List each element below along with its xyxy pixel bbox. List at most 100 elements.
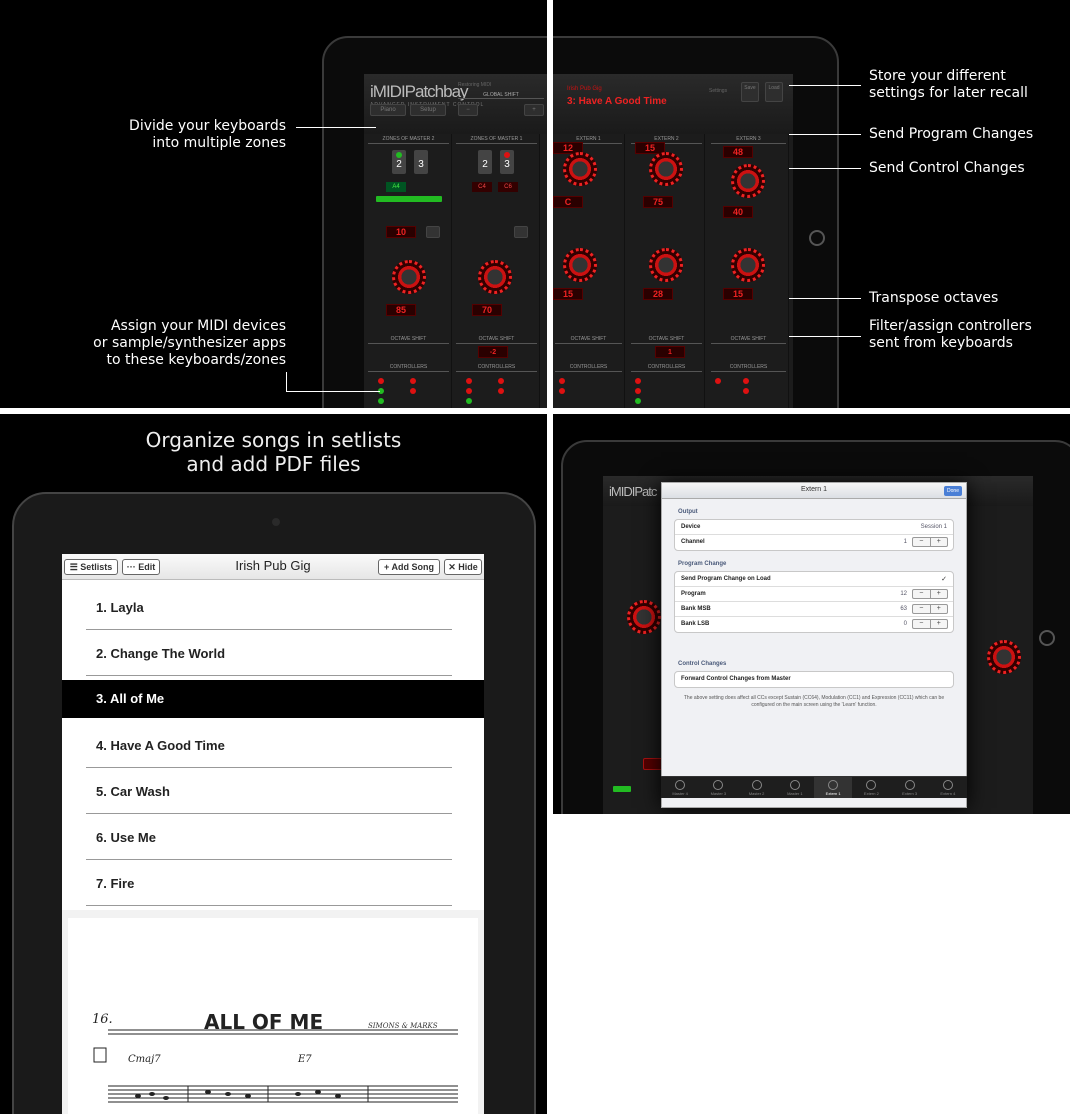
cc-value[interactable]: 15 xyxy=(553,288,583,300)
modulation-led[interactable] xyxy=(498,378,504,384)
add-song-button[interactable]: + Add Song xyxy=(378,559,440,575)
cc-knob[interactable] xyxy=(392,260,426,294)
aftertouch-led[interactable] xyxy=(743,388,749,394)
zone-button-2[interactable]: 2 xyxy=(478,150,492,174)
zone-high-note[interactable]: C6 xyxy=(498,182,518,192)
extern2-column: EXTERN 2 15 75 28 OCTAVE SHIFT 1 CONTROL… xyxy=(629,134,705,408)
tab-master4[interactable]: Master 4 xyxy=(661,777,699,798)
octave-shift-label: OCTAVE SHIFT xyxy=(368,334,449,344)
tab-extern3[interactable]: Extern 3 xyxy=(891,777,929,798)
song-row[interactable]: 1. Layla xyxy=(62,586,484,632)
callout-line xyxy=(789,336,861,337)
callout-line xyxy=(286,391,380,392)
expression-led[interactable] xyxy=(378,398,384,404)
song-row[interactable]: 6. Use Me xyxy=(62,816,484,862)
save-button[interactable]: Save xyxy=(741,82,759,102)
cc-knob[interactable] xyxy=(563,248,597,282)
hide-button[interactable]: ✕ Hide xyxy=(444,559,482,575)
zone-button-3[interactable]: 3 xyxy=(414,150,428,174)
done-button[interactable]: Done xyxy=(944,486,962,496)
pitchbend-led[interactable] xyxy=(466,388,472,394)
program-value[interactable]: 48 xyxy=(723,146,753,158)
cc-value[interactable]: 28 xyxy=(643,288,673,300)
cc-knob[interactable] xyxy=(478,260,512,294)
camera-icon xyxy=(272,518,280,526)
device-assign-button[interactable] xyxy=(613,786,631,792)
octave-value[interactable]: -2 xyxy=(478,346,508,358)
cc-knob[interactable] xyxy=(627,600,661,634)
cc-knob[interactable] xyxy=(987,640,1021,674)
sustain-led[interactable] xyxy=(466,378,472,384)
cc-value[interactable]: 15 xyxy=(723,288,753,300)
cc-value[interactable]: 75 xyxy=(643,196,673,208)
song-row[interactable]: 5. Car Wash xyxy=(62,770,484,816)
sustain-led[interactable] xyxy=(635,378,641,384)
global-shift-plus[interactable]: + xyxy=(524,104,544,116)
expression-led[interactable] xyxy=(635,398,641,404)
pitchbend-led[interactable] xyxy=(635,388,641,394)
program-toggle[interactable] xyxy=(514,226,528,238)
expression-led[interactable] xyxy=(466,398,472,404)
device-row[interactable]: Device Session 1 xyxy=(675,520,953,535)
panel-zones-overview: iMIDIPatchbayADVANCED INSTRUMENT CONTROL… xyxy=(0,0,547,408)
modulation-led[interactable] xyxy=(743,378,749,384)
song-row[interactable]: 4. Have A Good Time xyxy=(62,724,484,770)
keyboard-icon xyxy=(789,780,800,790)
home-button[interactable] xyxy=(809,230,825,246)
sustain-led[interactable] xyxy=(715,378,721,384)
cc-knob[interactable] xyxy=(731,164,765,198)
callout-filter: Filter/assign controllers sent from keybo… xyxy=(869,318,1032,351)
cc-value[interactable]: 70 xyxy=(472,304,502,316)
callout-line xyxy=(789,85,861,86)
octave-shift-label: OCTAVE SHIFT xyxy=(631,334,702,344)
tab-master1[interactable]: Master 1 xyxy=(776,777,814,798)
aftertouch-led[interactable] xyxy=(410,388,416,394)
tab-extern4[interactable]: Extern 4 xyxy=(929,777,967,798)
channel-stepper[interactable]: − + xyxy=(912,537,948,547)
controllers-label: CONTROLLERS xyxy=(631,362,702,372)
program-toggle[interactable] xyxy=(426,226,440,238)
pitchbend-led[interactable] xyxy=(559,388,565,394)
callout-line xyxy=(296,127,376,128)
tab-master2[interactable]: Master 2 xyxy=(738,777,776,798)
program-stepper[interactable]: − + xyxy=(912,589,948,599)
zone-low-note[interactable]: C4 xyxy=(472,182,492,192)
sustain-led[interactable] xyxy=(559,378,565,384)
setup-button[interactable]: Setup xyxy=(410,104,446,116)
cc-value[interactable]: 40 xyxy=(723,206,753,218)
bank-msb-stepper[interactable]: − + xyxy=(912,604,948,614)
octave-value[interactable]: 1 xyxy=(655,346,685,358)
send-pc-row[interactable]: Send Program Change on Load ✓ xyxy=(675,572,953,587)
cc-value[interactable]: C xyxy=(553,196,583,208)
zone-led xyxy=(504,152,510,158)
restoring-label: Restoring MIDI xyxy=(458,82,492,88)
tab-master3[interactable]: Master 3 xyxy=(699,777,737,798)
zone-low-note[interactable]: A4 xyxy=(386,182,406,192)
cc-knob[interactable] xyxy=(649,248,683,282)
tab-extern2[interactable]: Extern 2 xyxy=(852,777,890,798)
bank-lsb-stepper[interactable]: − + xyxy=(912,619,948,629)
callout-zones: Divide your keyboards into multiple zones xyxy=(129,118,286,151)
forward-cc-row[interactable]: Forward Control Changes from Master xyxy=(675,672,953,687)
piano-button[interactable]: Piano xyxy=(370,104,406,116)
modulation-led[interactable] xyxy=(410,378,416,384)
program-value[interactable]: 10 xyxy=(386,226,416,238)
song-row[interactable]: 2. Change The World xyxy=(62,632,484,678)
cc-knob[interactable] xyxy=(649,152,683,186)
global-shift-minus[interactable]: − xyxy=(458,104,478,116)
sustain-led[interactable] xyxy=(378,378,384,384)
cc-value[interactable]: 85 xyxy=(386,304,416,316)
extern1-column: EXTERN 1 12 C 15 OCTAVE SHIFT CONTROLLER… xyxy=(553,134,625,408)
cc-knob[interactable] xyxy=(731,248,765,282)
song-row-selected[interactable]: 3. All of Me xyxy=(62,680,484,718)
load-button[interactable]: Load xyxy=(765,82,783,102)
aftertouch-led[interactable] xyxy=(498,388,504,394)
zones-master1-column: ZONES OF MASTER 1 2 3 C4 C6 70 OCTAVE SH… xyxy=(454,134,540,408)
program-row: Program 12− + xyxy=(675,587,953,602)
tab-extern1[interactable]: Extern 1 xyxy=(814,777,853,798)
cc-knob[interactable] xyxy=(563,152,597,186)
pdf-page[interactable]: 16. ALL OF ME SIMONS & MARKS Cmaj7 E7 xyxy=(68,918,478,1114)
song-row[interactable]: 7. Fire xyxy=(62,862,484,908)
home-button[interactable] xyxy=(1039,630,1055,646)
octave-shift-label: OCTAVE SHIFT xyxy=(711,334,786,344)
